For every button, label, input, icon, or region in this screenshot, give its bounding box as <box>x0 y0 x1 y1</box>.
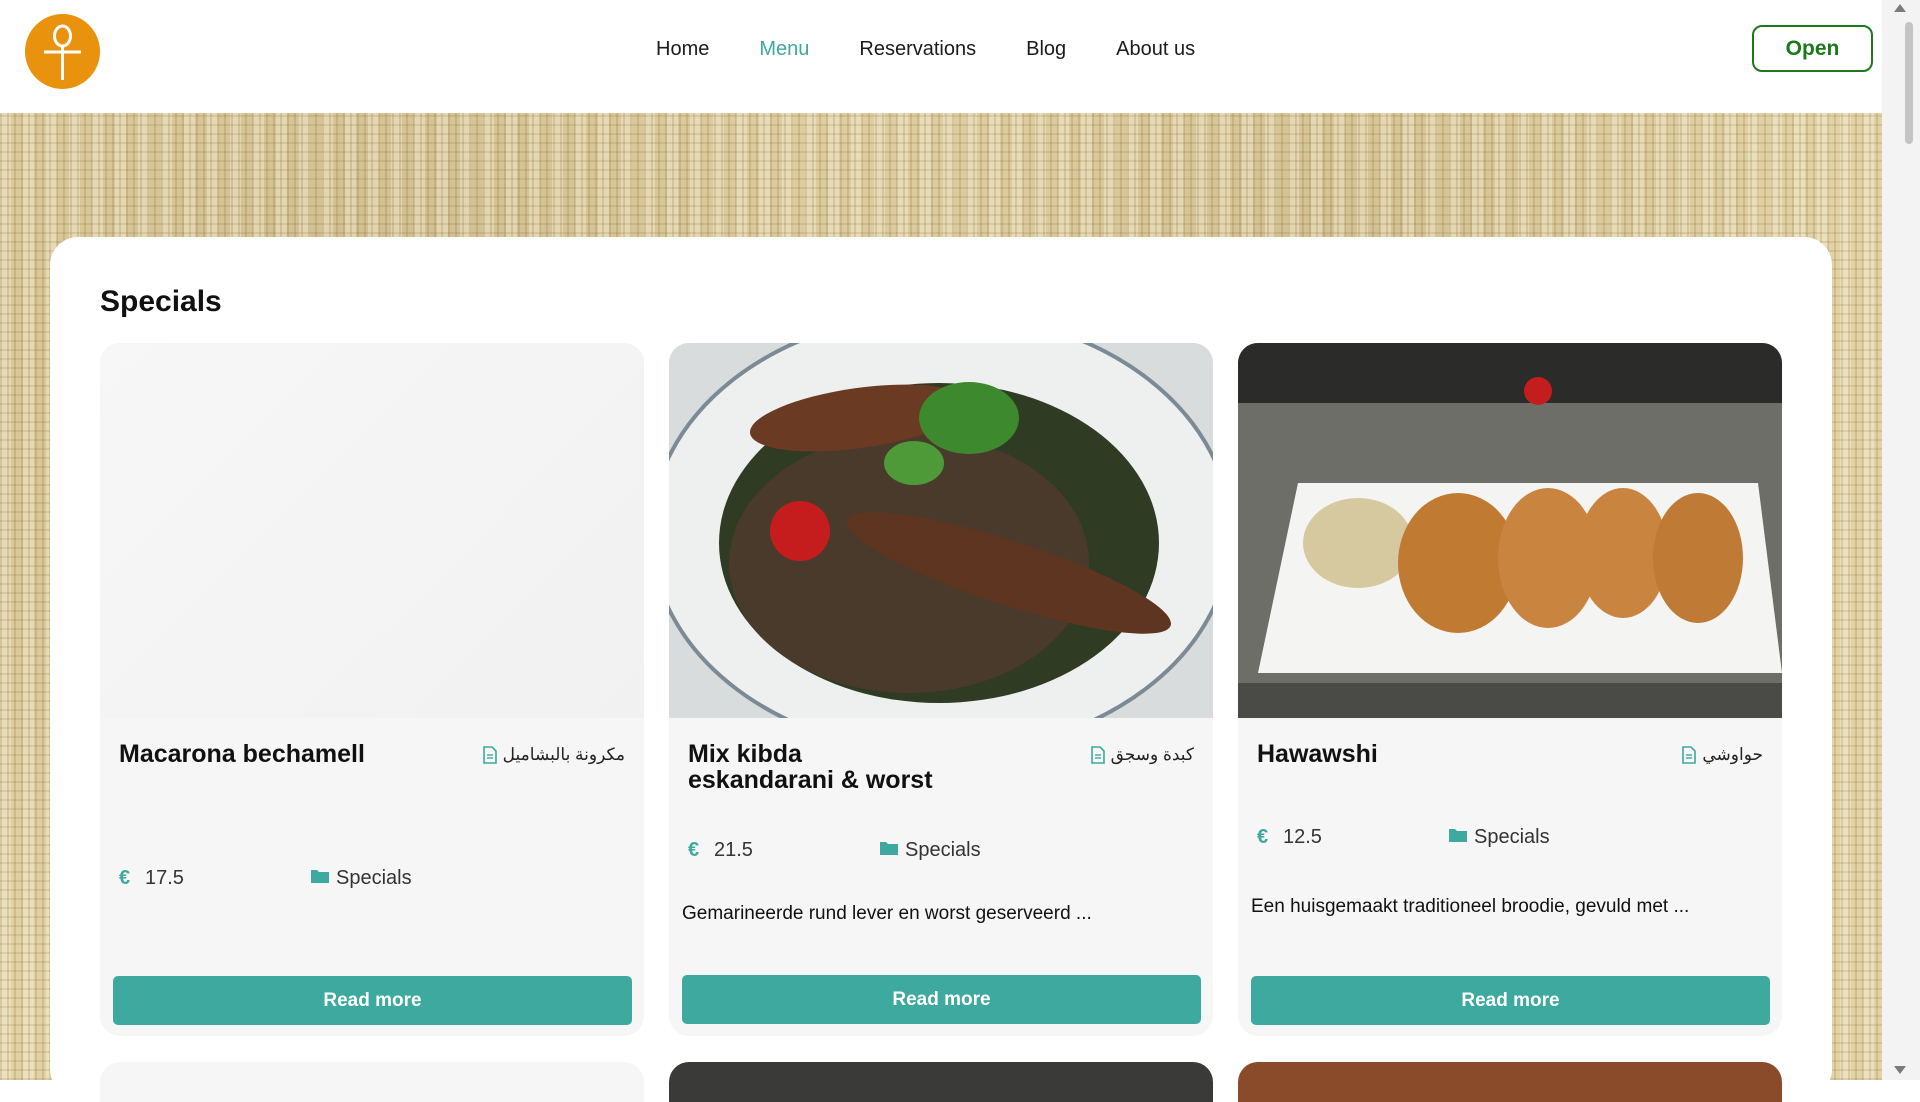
euro-icon: € <box>688 839 700 861</box>
read-more-button[interactable]: Read more <box>1251 976 1770 1025</box>
next-card-peek <box>669 1062 1213 1102</box>
open-status-button[interactable]: Open <box>1752 25 1873 72</box>
dish-name: Hawawshi <box>1257 740 1378 768</box>
folder-icon <box>310 867 330 890</box>
dish-category: Specials <box>1474 826 1550 848</box>
folder-icon <box>879 839 899 862</box>
read-more-button[interactable]: Read more <box>113 976 632 1025</box>
dish-name: Macarona bechamell <box>119 740 365 768</box>
dish-name-line-1: Mix kibda <box>688 740 802 768</box>
category-row: Specials <box>879 839 981 862</box>
scroll-down-arrow-icon[interactable] <box>1894 1066 1906 1074</box>
document-icon <box>1090 746 1105 764</box>
nav-blog[interactable]: Blog <box>1026 38 1066 61</box>
euro-icon: € <box>1257 826 1269 848</box>
dish-arabic-name: مكرونة بالبشاميل <box>482 745 625 765</box>
dish-price: 12.5 <box>1283 826 1322 848</box>
nav-about-us[interactable]: About us <box>1116 38 1195 61</box>
nav-menu[interactable]: Menu <box>759 38 809 61</box>
ankh-logo[interactable] <box>25 14 100 89</box>
next-card-peek <box>1238 1062 1782 1102</box>
dish-category: Specials <box>336 867 412 889</box>
document-icon <box>482 746 497 764</box>
document-icon <box>1682 746 1697 764</box>
dish-name-line-2: eskandarani & worst <box>688 766 933 794</box>
dish-name: Mix kibda eskandarani & worst <box>688 741 988 793</box>
arabic-text: حواوشي <box>1702 745 1763 764</box>
dish-image-placeholder <box>100 343 644 718</box>
menu-card-macarona: Macarona bechamell مكرونة بالبشاميل € 17… <box>100 343 644 1036</box>
arabic-text: كبدة وسجق <box>1110 745 1194 764</box>
next-card-peek <box>100 1062 644 1102</box>
category-row: Specials <box>1448 826 1550 849</box>
price-row: € 12.5 <box>1257 826 1322 849</box>
folder-icon <box>1448 826 1468 849</box>
price-row: € 17.5 <box>119 867 184 890</box>
dish-description: Gemarineerde rund lever en worst geserve… <box>682 903 1092 924</box>
category-row: Specials <box>310 867 412 890</box>
euro-icon: € <box>119 867 131 889</box>
read-more-button[interactable]: Read more <box>682 975 1201 1024</box>
menu-card-hawawshi: Hawawshi حواوشي € 12.5 Specials Een huis… <box>1238 343 1782 1036</box>
arabic-text: مكرونة بالبشاميل <box>502 745 625 764</box>
menu-card-mix-kibda: Mix kibda eskandarani & worst كبدة وسجق … <box>669 343 1213 1036</box>
dish-category: Specials <box>905 839 981 861</box>
section-title: Specials <box>100 285 222 318</box>
nav-reservations[interactable]: Reservations <box>859 38 976 61</box>
dish-price: 21.5 <box>714 839 753 861</box>
page-scrollbar[interactable] <box>1882 0 1920 1080</box>
dish-price: 17.5 <box>145 867 184 889</box>
site-header: Home Menu Reservations Blog About us Ope… <box>0 0 1882 113</box>
scroll-thumb[interactable] <box>1905 22 1913 144</box>
dish-arabic-name: حواوشي <box>1682 745 1763 765</box>
dish-arabic-name: كبدة وسجق <box>1090 745 1194 765</box>
price-row: € 21.5 <box>688 839 753 862</box>
main-nav: Home Menu Reservations Blog About us <box>656 38 1195 61</box>
dish-description: Een huisgemaakt traditioneel broodie, ge… <box>1251 896 1690 917</box>
scroll-up-arrow-icon[interactable] <box>1894 4 1906 12</box>
dish-image-kibda <box>669 343 1213 718</box>
nav-home[interactable]: Home <box>656 38 709 61</box>
dish-image-hawawshi <box>1238 343 1782 718</box>
